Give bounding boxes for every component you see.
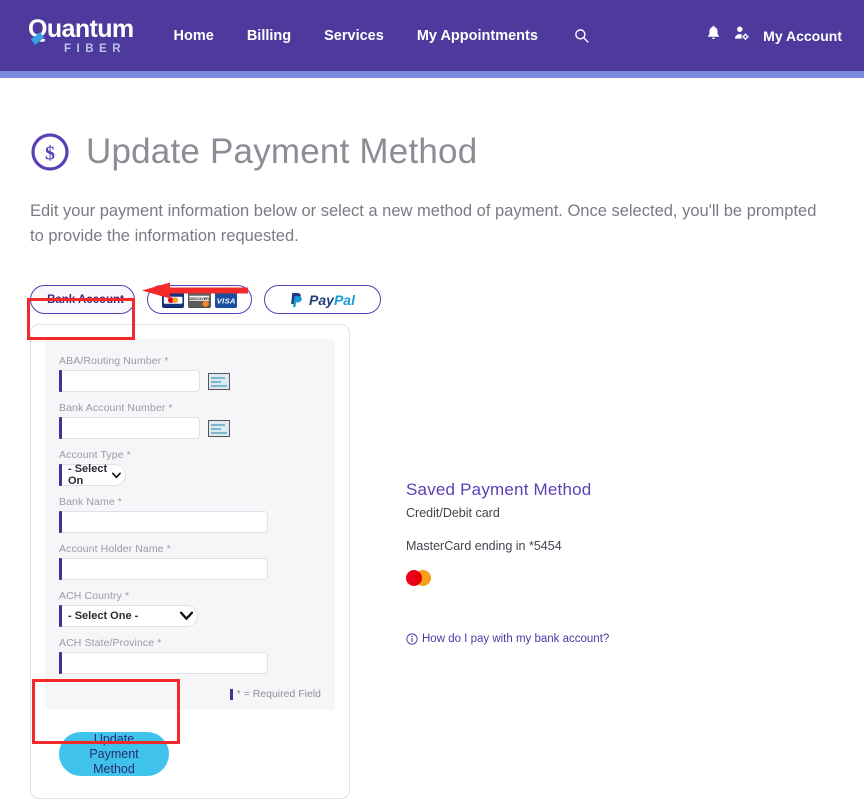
discover-card-icon: DISCOVER <box>188 291 211 308</box>
quantum-fiber-logo[interactable]: Quantum FIBER <box>28 16 134 55</box>
required-legend-bar <box>230 688 233 700</box>
tab-paypal-label: PayPal <box>309 291 355 308</box>
field-ach-state-province: ACH State/Province * <box>59 637 321 674</box>
page-title-row: $ Update Payment Method <box>30 132 834 172</box>
account-type-value: - Select On <box>68 463 108 487</box>
account-settings-icon[interactable] <box>733 25 750 47</box>
check-sample-icon-routing[interactable] <box>208 372 230 390</box>
field-account-holder-name: Account Holder Name * <box>59 543 321 580</box>
account-type-select[interactable]: - Select On <box>62 463 126 487</box>
ach-state-province-input[interactable] <box>62 652 268 674</box>
label-bank-name: Bank Name * <box>59 496 122 508</box>
bank-account-form: ABA/Routing Number * Bank Account Number… <box>45 339 335 710</box>
chevron-down-icon <box>180 611 193 620</box>
required-field-note-text: * = Required Field <box>236 688 321 700</box>
field-aba-routing-number: ABA/Routing Number * <box>59 355 321 392</box>
saved-payment-method-panel: Saved Payment Method Credit/Debit card M… <box>406 480 786 645</box>
svg-text:VISA: VISA <box>216 296 235 305</box>
label-aba-routing-number: ABA/Routing Number * <box>59 355 169 367</box>
main-navigation: Home Billing Services My Appointments <box>174 28 589 44</box>
account-holder-name-input[interactable] <box>62 558 268 580</box>
tab-paypal[interactable]: PayPal <box>264 285 381 314</box>
field-bank-name: Bank Name * <box>59 496 321 533</box>
nav-home[interactable]: Home <box>174 28 214 44</box>
page-content: $ Update Payment Method Edit your paymen… <box>0 132 864 799</box>
search-icon[interactable] <box>574 28 589 43</box>
chevron-down-icon <box>112 471 121 478</box>
bank-account-number-input[interactable] <box>62 417 200 439</box>
svg-text:$: $ <box>45 143 55 165</box>
logo-subtext: FIBER <box>64 43 126 55</box>
bank-account-form-card: ABA/Routing Number * Bank Account Number… <box>30 324 350 799</box>
label-bank-account-number: Bank Account Number * <box>59 402 173 414</box>
field-ach-country: ACH Country * - Select One - <box>59 590 321 627</box>
mastercard-logo <box>406 567 436 589</box>
mastercard-orange-circle <box>415 570 431 586</box>
payment-method-tabs: Bank Account DISCOVER VISA PayPal <box>30 285 834 314</box>
update-payment-method-button[interactable]: Update Payment Method <box>59 732 169 776</box>
mastercard-card-icon <box>162 291 185 308</box>
nav-my-appointments[interactable]: My Appointments <box>417 28 538 44</box>
dollar-circle-icon: $ <box>31 133 69 171</box>
tab-bank-account[interactable]: Bank Account <box>30 285 135 314</box>
required-field-note: * = Required Field <box>59 688 321 700</box>
svg-text:DISCOVER: DISCOVER <box>190 297 210 301</box>
ach-country-select[interactable]: - Select One - <box>62 605 198 627</box>
visa-card-icon: VISA <box>214 291 237 308</box>
page-description: Edit your payment information below or s… <box>30 202 817 245</box>
saved-payment-method-title: Saved Payment Method <box>406 480 592 499</box>
header-account-area: My Account <box>707 25 842 47</box>
bank-name-input[interactable] <box>62 511 268 533</box>
saved-payment-method-type: Credit/Debit card <box>406 506 500 520</box>
label-account-holder-name: Account Holder Name * <box>59 543 171 555</box>
paypal-icon <box>291 292 302 307</box>
label-account-type: Account Type * <box>59 449 131 461</box>
check-sample-icon-account[interactable] <box>208 419 230 437</box>
nav-services[interactable]: Services <box>324 28 384 44</box>
my-account-link[interactable]: My Account <box>763 28 842 44</box>
label-ach-country: ACH Country * <box>59 590 130 602</box>
page-title: Update Payment Method <box>86 132 478 171</box>
field-bank-account-number: Bank Account Number * <box>59 402 321 439</box>
tab-bank-account-label: Bank Account <box>47 293 124 306</box>
tab-credit-debit-card[interactable]: DISCOVER VISA <box>147 285 252 314</box>
logo-wordmark: Quantum <box>28 15 134 43</box>
site-header: Quantum FIBER Home Billing Services My A… <box>0 0 864 71</box>
info-circle-icon <box>406 633 418 645</box>
header-accent-bar <box>0 71 864 78</box>
aba-routing-number-input[interactable] <box>62 370 200 392</box>
ach-country-value: - Select One - <box>68 610 139 622</box>
bank-account-help-link-text: How do I pay with my bank account? <box>422 633 610 645</box>
field-account-type: Account Type * - Select On <box>59 449 321 487</box>
nav-billing[interactable]: Billing <box>247 28 291 44</box>
bank-account-help-link[interactable]: How do I pay with my bank account? <box>406 633 786 645</box>
notification-bell-icon[interactable] <box>707 25 720 46</box>
label-ach-state-province: ACH State/Province * <box>59 637 162 649</box>
saved-card-description: MasterCard ending in *5454 <box>406 539 562 553</box>
